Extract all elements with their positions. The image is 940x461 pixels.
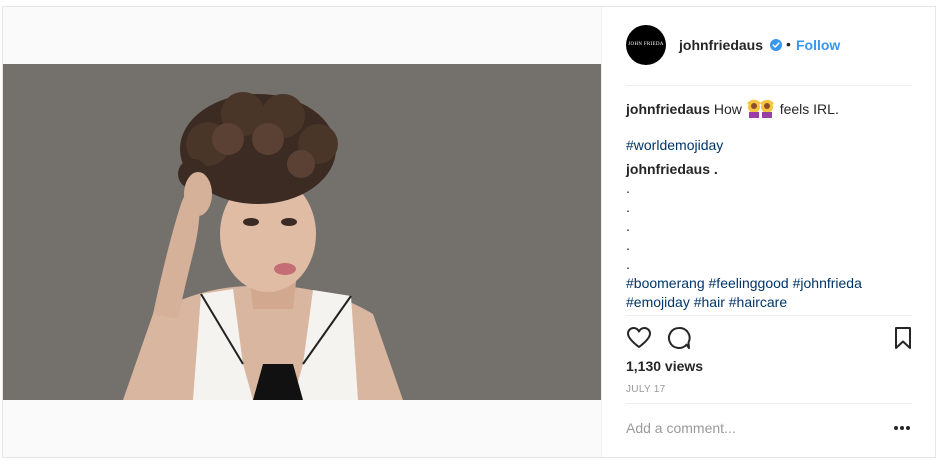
add-comment-input[interactable]: Add a comment...	[626, 420, 886, 436]
caption-line: johnfriedaus How feels IRL.	[626, 99, 916, 119]
post-date[interactable]: JULY 17	[626, 384, 666, 395]
comment-dot: .	[626, 256, 630, 272]
avatar[interactable]: JOHN FRIEDA	[626, 25, 666, 65]
caption-username[interactable]: johnfriedaus	[626, 101, 710, 117]
comment-hashtags-line-1: #boomerang #feelinggood #johnfrieda	[626, 274, 916, 293]
post-sidebar: JOHN FRIEDA johnfriedaus • Follow johnfr…	[601, 7, 935, 457]
verified-badge-icon	[770, 39, 782, 51]
two-women-hands-over-head-emoji	[746, 99, 774, 118]
woman-portrait-image	[3, 64, 601, 400]
caption-area: johnfriedaus How feels IRL. #worldemojid…	[626, 99, 916, 312]
more-options-icon[interactable]	[892, 422, 912, 434]
hashtag-link[interactable]: #feelinggood	[709, 275, 789, 291]
comment-text: .	[713, 161, 718, 177]
header-divider	[626, 85, 912, 86]
comment-line: johnfriedaus .	[626, 160, 916, 179]
hashtag-link[interactable]: #worldemojiday	[626, 137, 723, 153]
comment-dot: .	[626, 199, 630, 215]
caption-hashtag-line: #worldemojiday	[626, 136, 916, 155]
hashtag-link[interactable]: #emojiday	[626, 294, 690, 310]
follow-button[interactable]: Follow	[796, 37, 840, 53]
comment-dot: .	[626, 237, 630, 253]
media-area	[3, 7, 601, 457]
hashtag-link[interactable]: #haircare	[729, 294, 787, 310]
comment-dot: .	[626, 180, 630, 196]
views-count[interactable]: 1,130 views	[626, 358, 703, 374]
header-username[interactable]: johnfriedaus	[679, 37, 763, 53]
heart-icon[interactable]	[626, 325, 652, 351]
instagram-post: JOHN FRIEDA johnfriedaus • Follow johnfr…	[2, 6, 936, 458]
bookmark-icon[interactable]	[890, 325, 916, 351]
comment-icon[interactable]	[666, 325, 692, 351]
avatar-logo-text: JOHN FRIEDA	[628, 42, 664, 47]
comment-username[interactable]: johnfriedaus	[626, 161, 710, 177]
action-bar	[626, 325, 916, 351]
caption-text-after: feels IRL.	[779, 101, 839, 117]
comment-dot: .	[626, 218, 630, 234]
comment-hashtags-line-2: #emojiday #hair #haircare	[626, 293, 916, 312]
hashtag-link[interactable]: #johnfrieda	[793, 275, 862, 291]
comment-divider	[626, 403, 912, 404]
hashtag-link[interactable]: #hair	[694, 294, 725, 310]
post-header: JOHN FRIEDA johnfriedaus • Follow	[602, 7, 935, 85]
caption-text-before: How	[713, 101, 742, 117]
separator-dot: •	[786, 36, 791, 52]
post-photo[interactable]	[3, 64, 601, 400]
actions-divider	[626, 315, 912, 316]
hashtag-link[interactable]: #boomerang	[626, 275, 705, 291]
